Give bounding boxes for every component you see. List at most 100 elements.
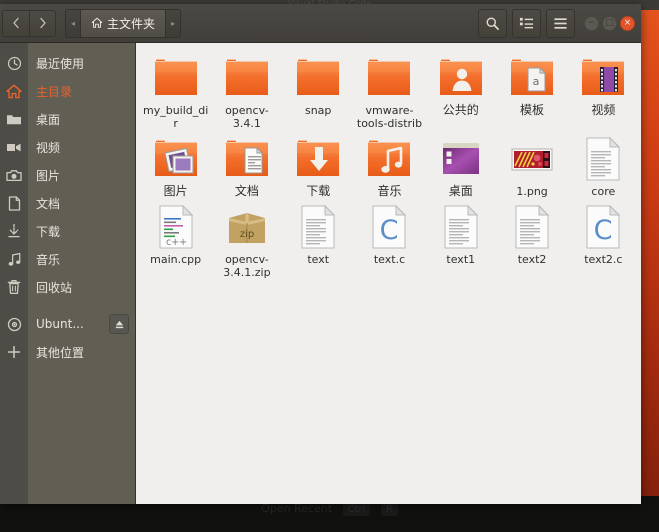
search-icon <box>486 17 499 30</box>
file-item[interactable]: 桌面 <box>425 132 496 198</box>
file-item[interactable]: zip opencv-3.4.1.zip <box>211 200 282 279</box>
file-item[interactable]: 文档 <box>211 132 282 198</box>
folder-videos-icon <box>580 55 626 101</box>
file-item[interactable]: 音乐 <box>354 132 425 198</box>
sidebar: 最近使用 主目录 桌面视频图片文档下载音乐回收站 Ubunt... 其他位置 <box>0 43 135 504</box>
file-cpp-icon: c++ <box>153 204 199 250</box>
hamburger-menu-icon <box>554 17 567 29</box>
download-icon <box>8 223 20 238</box>
file-item[interactable]: my_build_dir <box>140 51 211 130</box>
breadcrumb-scroll-left[interactable]: ◂ <box>66 9 80 37</box>
file-item[interactable]: opencv-3.4.1 <box>211 51 282 130</box>
folder-public-icon <box>438 55 484 101</box>
sidebar-item-label: 其他位置 <box>36 345 85 360</box>
file-label: text.c <box>373 253 406 266</box>
sidebar-item-item6[interactable]: 下载 <box>0 217 135 245</box>
sidebar-item-label: 视频 <box>36 140 61 155</box>
file-text-icon <box>509 204 555 250</box>
sidebar-item-label: 文档 <box>36 196 61 211</box>
sidebar-item-item1[interactable]: 主目录 <box>0 77 135 105</box>
sidebar-item-item4[interactable]: 图片 <box>0 161 135 189</box>
file-item[interactable]: text <box>283 200 354 279</box>
file-item[interactable]: text1 <box>425 200 496 279</box>
file-label: 模板 <box>520 103 545 117</box>
svg-text:zip: zip <box>240 229 254 240</box>
file-item[interactable]: Ctext2.c <box>568 200 639 279</box>
file-text-icon <box>580 136 626 182</box>
window-body: 最近使用 主目录 桌面 视频 图片 文档 下载 音乐 回收站 Ubunt... 其他位置 my_bu… <box>0 43 641 504</box>
document-icon <box>0 195 28 211</box>
breadcrumb: ◂ 主文件夹 ▸ <box>65 8 182 38</box>
sidebar-item-item8[interactable]: 回收站 <box>0 273 135 301</box>
sidebar-item-item3[interactable]: 视频 <box>0 133 135 161</box>
file-item[interactable]: 下载 <box>283 132 354 198</box>
background-app-kbd-r: R <box>380 503 398 516</box>
breadcrumb-scroll-right[interactable]: ▸ <box>166 9 181 37</box>
chevron-right-icon <box>39 17 46 29</box>
file-c-icon: C <box>366 204 412 250</box>
folder-templates-icon: a <box>509 55 555 101</box>
file-item[interactable]: c++ main.cpp <box>140 200 211 279</box>
file-manager-window: ◂ 主文件夹 ▸ − □ × 最近使用 主目录 桌面 视频 图片 文档 下载 音… <box>0 4 641 504</box>
video-icon <box>7 143 21 152</box>
file-label: 视频 <box>591 103 616 117</box>
image-thumb-icon <box>509 136 555 182</box>
folder-icon <box>366 55 412 101</box>
sidebar-item-label: 下载 <box>36 224 61 239</box>
sidebar-item-item10[interactable]: 其他位置 <box>0 338 135 366</box>
file-item[interactable]: snap <box>283 51 354 130</box>
file-label: opencv-3.4.1 <box>225 104 269 130</box>
folder-pictures-icon <box>153 136 199 182</box>
clock-icon <box>0 56 28 71</box>
eject-button[interactable] <box>109 314 129 334</box>
sidebar-item-item5[interactable]: 文档 <box>0 189 135 217</box>
file-label: main.cpp <box>150 253 202 266</box>
file-label: 桌面 <box>448 184 473 198</box>
back-button[interactable] <box>2 9 29 37</box>
folder-icon <box>7 115 21 125</box>
background-app-kbd-ctrl: Ctrl <box>342 503 371 516</box>
file-zip-icon: zip <box>224 204 270 250</box>
sidebar-item-ubunt[interactable]: Ubunt... <box>0 310 135 338</box>
file-item[interactable]: 图片 <box>140 132 211 198</box>
breadcrumb-item-home[interactable]: 主文件夹 <box>80 9 167 37</box>
file-label: text2 <box>517 253 547 266</box>
camera-icon <box>0 169 28 182</box>
forward-button[interactable] <box>29 9 56 37</box>
desktop: Visual Studio Code Open Recent Ctrl R <box>0 0 659 532</box>
file-item[interactable]: text2 <box>496 200 567 279</box>
sidebar-item-item0[interactable]: 最近使用 <box>0 49 135 77</box>
file-c-icon: C <box>580 204 626 250</box>
file-item[interactable]: core <box>568 132 639 198</box>
file-item[interactable]: 1.png <box>496 132 567 198</box>
file-item[interactable]: 视频 <box>568 51 639 130</box>
music-icon <box>8 252 20 266</box>
maximize-button[interactable]: □ <box>602 15 617 31</box>
search-button[interactable] <box>478 8 507 38</box>
file-item[interactable]: 公共的 <box>425 51 496 130</box>
file-item[interactable]: Ctext.c <box>354 200 425 279</box>
svg-text:a: a <box>533 75 540 88</box>
folder-icon <box>295 55 341 101</box>
close-button[interactable]: × <box>620 15 635 31</box>
plus-icon <box>7 345 21 359</box>
chevron-left-icon <box>13 17 19 29</box>
trash-icon <box>7 280 21 295</box>
menu-button[interactable] <box>546 8 575 38</box>
view-toggle-button[interactable] <box>512 8 541 38</box>
music-icon <box>0 252 28 267</box>
clock-icon <box>7 56 21 70</box>
folder-icon <box>224 55 270 101</box>
file-item[interactable]: vmware-tools-distrib <box>354 51 425 130</box>
file-item[interactable]: a 模板 <box>496 51 567 130</box>
svg-text:C: C <box>594 215 613 246</box>
camera-icon <box>6 169 22 181</box>
trash-icon <box>0 279 28 295</box>
sidebar-item-label: 音乐 <box>36 252 61 267</box>
file-label: 文档 <box>234 184 259 198</box>
file-list-view[interactable]: my_build_dir opencv-3.4.1 snap vmware-to… <box>135 43 641 504</box>
file-grid: my_build_dir opencv-3.4.1 snap vmware-to… <box>140 51 639 279</box>
minimize-button[interactable]: − <box>584 15 599 31</box>
sidebar-item-item2[interactable]: 桌面 <box>0 105 135 133</box>
sidebar-item-item7[interactable]: 音乐 <box>0 245 135 273</box>
